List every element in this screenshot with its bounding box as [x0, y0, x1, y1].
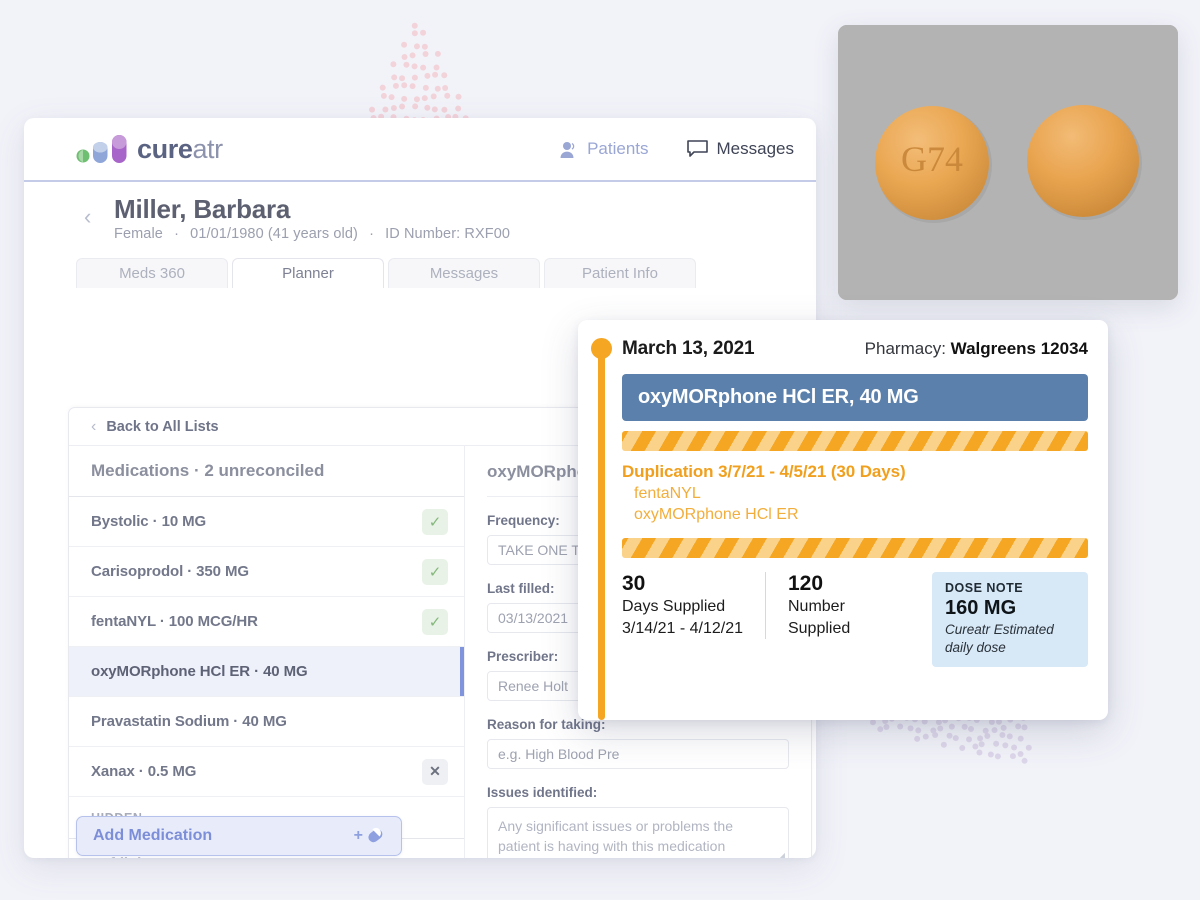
- dose-note-title: DOSE NOTE: [945, 581, 1024, 595]
- meta-separator-2: ·: [369, 226, 374, 242]
- pill-photo: G74: [838, 25, 1178, 300]
- pill-photo-image: G74: [838, 25, 1178, 300]
- chevron-left-icon: ‹: [91, 417, 97, 435]
- tab-meds-360[interactable]: Meds 360: [76, 258, 228, 288]
- days-supplied-number: 30: [622, 572, 646, 595]
- reconciled-check-icon[interactable]: ✓: [422, 508, 448, 535]
- pharmacy-name: Walgreens 12034: [950, 339, 1088, 358]
- remove-x-icon[interactable]: ✕: [422, 758, 448, 785]
- duplication-title: Duplication 3/7/21 - 4/5/21 (30 Days): [622, 462, 906, 481]
- medication-list-pane: Medications · 2 unreconciled Bystolic · …: [69, 446, 465, 858]
- reconciled-check-icon[interactable]: ✓: [422, 558, 448, 585]
- chat-bubble-icon: [686, 140, 708, 157]
- tab-bar: Meds 360 Planner Messages Patient Info: [76, 256, 816, 288]
- logo-word-atr: atr: [192, 133, 223, 164]
- top-navigation: Patients Messages: [559, 118, 794, 180]
- patient-meta: Female · 01/01/1980 (41 years old) · ID …: [114, 226, 816, 242]
- medication-name: Xanax · 0.5 MG: [91, 763, 197, 780]
- medication-name: oxyMORphone HCl ER · 40 MG: [91, 663, 308, 680]
- stat-days-supplied: 30 Days Supplied 3/14/21 - 4/12/21: [622, 572, 765, 639]
- tab-planner[interactable]: Planner: [232, 258, 384, 288]
- duplication-drug: fentaNYL: [634, 485, 701, 502]
- add-medication-label: Add Medication: [93, 827, 213, 844]
- tab-messages[interactable]: Messages: [388, 258, 540, 288]
- svg-text:G74: G74: [901, 139, 963, 179]
- app-topbar: cureatr Patients Messages: [24, 118, 816, 182]
- tab-patient-info[interactable]: Patient Info: [544, 258, 696, 288]
- list-item[interactable]: fentaNYL · 100 MCG/HR ✓: [69, 597, 464, 647]
- user-icon: [560, 141, 575, 158]
- number-supplied-number: 120: [787, 572, 824, 595]
- nav-item-patients[interactable]: Patients: [559, 139, 649, 159]
- patient-sex: Female: [114, 226, 163, 242]
- prescription-stats: 30 Days Supplied 3/14/21 - 4/12/21 120 N…: [622, 572, 1088, 668]
- back-to-all-lists-label: Back to All Lists: [106, 418, 219, 435]
- nav-item-messages-label: Messages: [716, 139, 794, 158]
- pharmacy-info: Pharmacy: Walgreens 12034: [865, 339, 1088, 359]
- medication-name: Carisoprodol · 350 MG: [91, 563, 249, 580]
- list-item-selected[interactable]: oxyMORphone HCl ER · 40 MG: [69, 647, 464, 697]
- plus-sign: +: [353, 827, 363, 844]
- patient-header: ‹ Miller, Barbara Female · 01/01/1980 (4…: [24, 182, 816, 242]
- add-medication-button[interactable]: Add Medication +: [76, 816, 402, 856]
- hazard-stripe-top: [622, 431, 1088, 451]
- page-title: Miller, Barbara: [114, 194, 291, 224]
- list-item[interactable]: Bystolic · 10 MG ✓: [69, 497, 464, 547]
- resize-grip-icon[interactable]: ◢: [777, 850, 785, 858]
- back-chevron-icon[interactable]: ‹: [84, 206, 91, 228]
- stat-number-supplied: 120 Number Supplied: [764, 572, 872, 640]
- detail-top-line: March 13, 2021 Pharmacy: Walgreens 12034: [622, 338, 1088, 360]
- cureatr-logo[interactable]: cureatr: [76, 132, 223, 166]
- pharmacy-label: Pharmacy:: [864, 339, 946, 358]
- cureatr-logo-mark: [76, 135, 127, 163]
- number-supplied-label-2: Supplied: [787, 619, 851, 637]
- dose-note-value: 160 MG: [945, 597, 1017, 619]
- medication-name: fentaNYL · 100 MCG/HR: [91, 613, 258, 630]
- decorative-dots-purple: [865, 718, 1115, 813]
- prescription-detail-card: March 13, 2021 Pharmacy: Walgreens 12034…: [578, 320, 1108, 720]
- nav-item-messages[interactable]: Messages: [686, 139, 794, 159]
- prescription-detail-body: March 13, 2021 Pharmacy: Walgreens 12034…: [622, 320, 1108, 668]
- patient-dob: 01/01/1980 (41 years old): [190, 226, 358, 242]
- days-supplied-range: 3/14/21 - 4/12/21: [622, 619, 743, 637]
- nav-item-patients-label: Patients: [587, 139, 649, 158]
- duplication-drug: oxyMORphone HCl ER: [634, 506, 799, 523]
- days-supplied-label: Days Supplied: [622, 598, 726, 616]
- meta-separator-1: ·: [174, 226, 180, 242]
- timeline-dot: [591, 338, 612, 359]
- list-item[interactable]: Carisoprodol · 350 MG ✓: [69, 547, 464, 597]
- issues-identified-label: Issues identified:: [487, 785, 598, 800]
- decorative-dots-pink: [330, 12, 520, 127]
- medication-name: Pravastatin Sodium · 40 MG: [91, 713, 287, 730]
- medication-name: Bystolic · 10 MG: [91, 513, 207, 530]
- medication-list-header: Medications · 2 unreconciled: [69, 446, 464, 497]
- issues-identified-placeholder: Any significant issues or problems the p…: [498, 818, 733, 855]
- issues-identified-textarea[interactable]: Any significant issues or problems the p…: [487, 807, 789, 858]
- logo-word-cure: cure: [137, 133, 193, 164]
- reconciled-check-icon[interactable]: ✓: [422, 608, 448, 635]
- cureatr-logo-text: cureatr: [137, 133, 223, 164]
- dose-note-subtitle: Cureatr Estimated daily dose: [945, 622, 1054, 655]
- reason-for-taking-field[interactable]: e.g. High Blood Pre: [487, 739, 789, 769]
- pill-icon: [368, 827, 383, 843]
- hazard-stripe-bottom: [622, 538, 1088, 558]
- dose-note: DOSE NOTE 160 MG Cureatr Estimated daily…: [932, 572, 1088, 668]
- add-pill-icon: +: [354, 826, 385, 846]
- duplication-warning: Duplication 3/7/21 - 4/5/21 (30 Days) fe…: [622, 451, 1088, 528]
- list-item[interactable]: Pravastatin Sodium · 40 MG: [69, 697, 464, 747]
- patient-id: ID Number: RXF00: [385, 226, 511, 242]
- list-item[interactable]: Xanax · 0.5 MG ✕: [69, 747, 464, 797]
- number-supplied-label-1: Number: [787, 598, 845, 616]
- fill-date: March 13, 2021: [622, 338, 755, 359]
- timeline-rail: [598, 350, 605, 720]
- drug-name-bar: oxyMORphone HCl ER, 40 MG: [622, 374, 1088, 421]
